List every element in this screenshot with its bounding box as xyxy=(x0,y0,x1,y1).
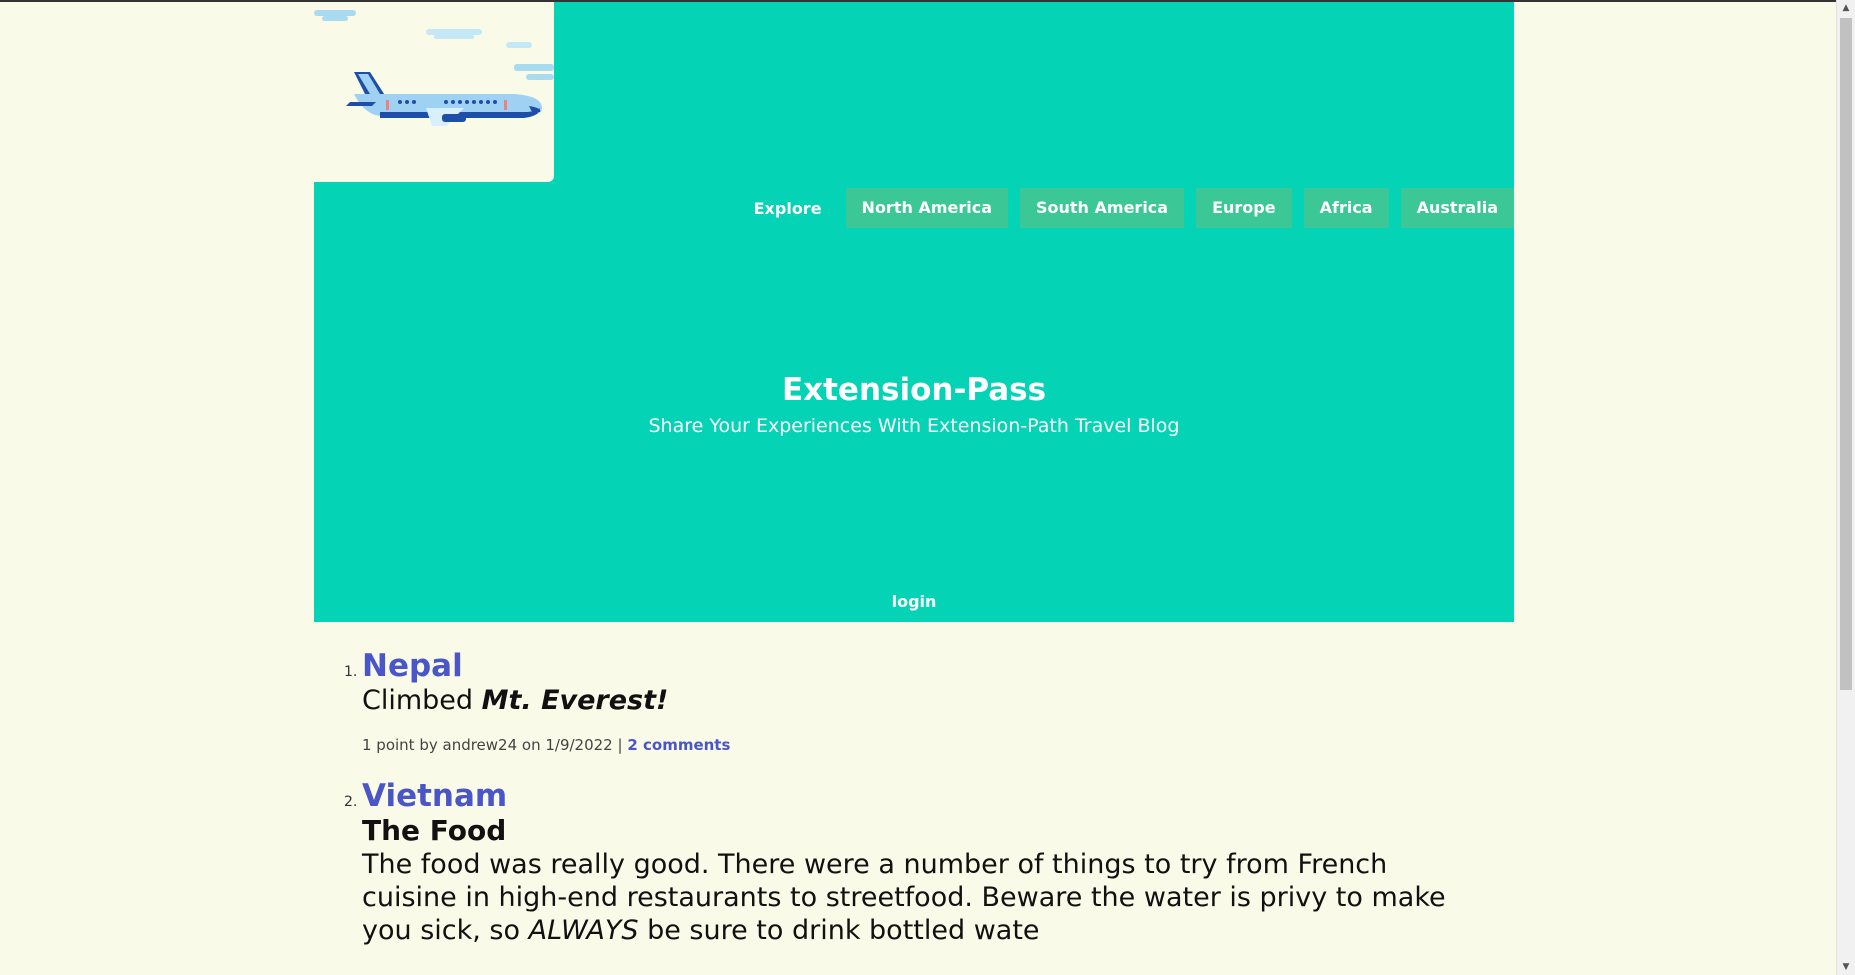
post-meta-text: 1 point by andrew24 on 1/9/2022 | xyxy=(362,736,623,754)
post-number: 1. xyxy=(344,664,358,680)
post-item: 2. Vietnam The Food The food was really … xyxy=(344,778,1462,947)
vertical-scrollbar[interactable]: ▲ ▼ xyxy=(1836,0,1855,975)
logo-airplane-icon[interactable] xyxy=(314,2,554,182)
post-body: The food was really good. There were a n… xyxy=(362,848,1462,947)
nav-item-south-america[interactable]: South America xyxy=(1020,188,1185,228)
post-item: 1. Nepal Climbed Mt. Everest! 1 point by… xyxy=(344,648,1462,754)
scroll-up-arrow-icon[interactable]: ▲ xyxy=(1837,0,1855,16)
site-tagline: Share Your Experiences With Extension-Pa… xyxy=(648,415,1180,437)
comments-link[interactable]: 2 comments xyxy=(627,736,730,754)
post-body-end: be sure to drink bottled wate xyxy=(647,915,1040,946)
post-number: 2. xyxy=(344,794,358,810)
nav-item-australia[interactable]: Australia xyxy=(1400,188,1514,228)
nav-item-north-america[interactable]: North America xyxy=(845,188,1008,228)
scrollbar-thumb[interactable] xyxy=(1840,18,1852,690)
post-summary-text: Climbed xyxy=(362,685,474,716)
nav-item-africa[interactable]: Africa xyxy=(1303,188,1389,228)
post-subtitle: The Food xyxy=(362,814,507,847)
nav-explore-label: Explore xyxy=(753,198,822,218)
region-nav: Explore North America South America Euro… xyxy=(754,188,1514,228)
post-summary: Climbed Mt. Everest! xyxy=(362,684,1462,718)
post-title-link[interactable]: Nepal xyxy=(362,648,1462,684)
post-meta: 1 point by andrew24 on 1/9/2022 | 2 comm… xyxy=(362,736,1462,754)
scroll-down-arrow-icon[interactable]: ▼ xyxy=(1837,959,1855,975)
post-body-emphasis: ALWAYS xyxy=(528,915,639,946)
login-link[interactable]: login xyxy=(314,592,1514,611)
hero-header: Explore North America South America Euro… xyxy=(314,2,1514,622)
nav-item-europe[interactable]: Europe xyxy=(1196,188,1292,228)
post-title-link[interactable]: Vietnam xyxy=(362,778,1462,814)
airplane-icon xyxy=(314,10,554,126)
post-summary-emphasis: Mt. Everest! xyxy=(481,685,669,716)
site-title: Extension-Pass xyxy=(781,372,1047,408)
post-list: 1. Nepal Climbed Mt. Everest! 1 point by… xyxy=(344,648,1462,947)
